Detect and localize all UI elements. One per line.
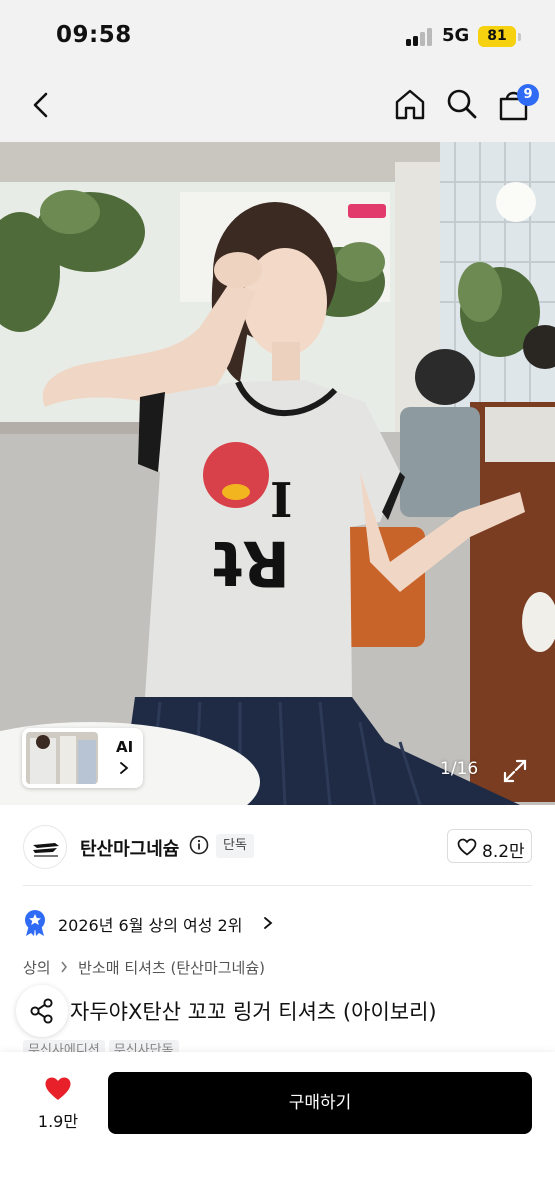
nav-bar: 9 xyxy=(0,70,555,142)
search-button[interactable] xyxy=(444,86,480,122)
brand-name-link[interactable]: 탄산마그네슘 xyxy=(80,835,179,861)
ai-similar-items-button[interactable]: AI xyxy=(22,728,143,788)
chevron-right-icon xyxy=(264,917,273,929)
ranking-text: 2026년 6월 상의 여성 2위 xyxy=(58,916,243,935)
image-total: 16 xyxy=(456,759,479,779)
share-icon xyxy=(30,998,53,1024)
svg-text:Rt: Rt xyxy=(213,527,290,600)
brand-like-count: 8.2만 xyxy=(482,842,525,862)
breadcrumb: 상의 반소매 티셔츠 (탄산마그네슘) xyxy=(23,957,265,979)
product-image-carousel[interactable]: I Rt AI 1/16 xyxy=(0,142,555,805)
status-bar: 09:58 5G 81 xyxy=(0,0,555,70)
back-button[interactable] xyxy=(26,88,56,122)
signal-icon xyxy=(406,28,434,46)
svg-text:I: I xyxy=(270,473,292,529)
image-counter: 1/16 xyxy=(440,759,478,779)
cart-button[interactable]: 9 xyxy=(495,84,539,124)
ranking-link[interactable]: 2026년 6월 상의 여성 2위 xyxy=(23,907,323,939)
battery-tip xyxy=(518,33,521,41)
ai-label: AI xyxy=(116,738,134,756)
wishlist-button[interactable]: 1.9만 xyxy=(30,1074,86,1134)
brand-logo-icon xyxy=(33,843,59,857)
bottom-action-bar: 1.9만 구매하기 xyxy=(0,1052,555,1200)
product-photo: I Rt xyxy=(0,142,555,805)
chevron-right-icon xyxy=(60,961,68,977)
breadcrumb-item-category[interactable]: 상의 xyxy=(23,959,51,977)
image-current-index: 1 xyxy=(440,759,451,779)
divider xyxy=(23,885,532,886)
brand-row: 탄산마그네슘 단독 8.2만 xyxy=(0,805,555,885)
battery-icon: 81 xyxy=(478,26,516,47)
network-label: 5G xyxy=(442,25,470,46)
cart-count-badge: 9 xyxy=(517,84,539,106)
ai-thumbnail xyxy=(26,732,98,784)
heart-filled-icon xyxy=(45,1077,71,1100)
heart-outline-icon xyxy=(457,838,477,856)
product-title: 자두야X탄산 꼬꼬 링거 티셔츠 (아이보리) xyxy=(70,1000,437,1024)
ranking-medal-icon xyxy=(25,910,45,936)
wishlist-count: 1.9만 xyxy=(37,1112,79,1131)
home-icon xyxy=(395,89,425,120)
product-title-row: [ 자두야X탄산 꼬꼬 링거 티셔츠 (아이보리) xyxy=(0,985,555,1037)
share-button[interactable] xyxy=(16,985,68,1037)
chevron-right-icon xyxy=(120,762,129,774)
info-icon[interactable] xyxy=(189,835,209,855)
home-button[interactable] xyxy=(392,86,428,122)
search-icon xyxy=(447,89,477,119)
expand-icon xyxy=(503,759,527,783)
brand-logo[interactable] xyxy=(23,825,67,869)
exclusive-badge: 단독 xyxy=(216,834,254,858)
expand-image-button[interactable] xyxy=(502,758,528,784)
breadcrumb-item-subcategory[interactable]: 반소매 티셔츠 (탄산마그네슘) xyxy=(78,959,265,977)
status-time: 09:58 xyxy=(56,22,132,48)
chevron-left-icon xyxy=(33,92,48,118)
buy-button[interactable]: 구매하기 xyxy=(108,1072,532,1134)
brand-like-button[interactable]: 8.2만 xyxy=(447,829,532,863)
